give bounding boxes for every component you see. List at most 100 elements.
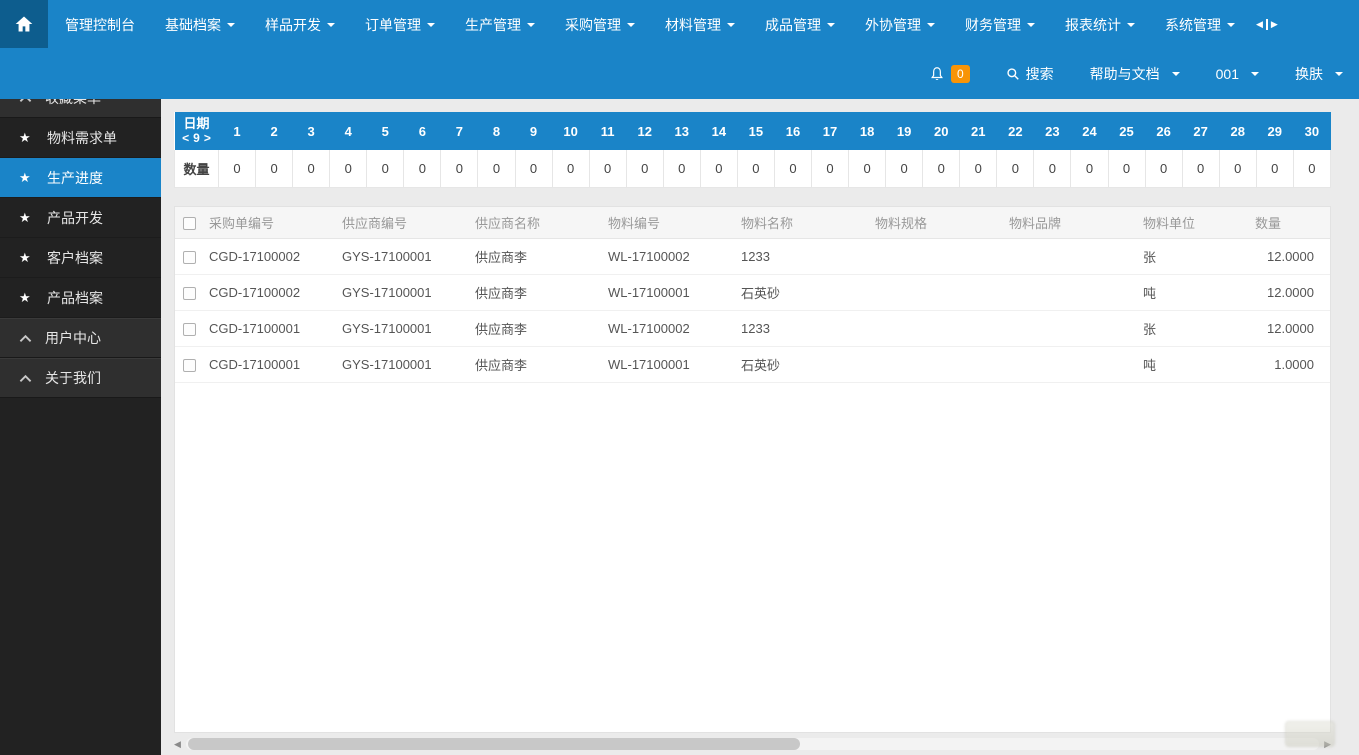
sidebar-item-label: 客户档案 [47,249,103,266]
nav-item[interactable]: 成品管理 [750,0,850,49]
table-row[interactable]: CGD-17100002 GYS-17100001 供应商李 WL-17100002 1… [175,238,1330,275]
sidebar-item[interactable]: ★ 产品开发 [0,198,161,238]
table-row[interactable]: CGD-17100001 GYS-17100001 供应商李 WL-17100001 石… [175,346,1330,383]
nav-item-label: 样品开发 [265,16,321,33]
day-column-header: 4 [329,112,367,150]
table-cell: 1233 [733,238,867,275]
chevron-up-icon [19,334,32,342]
row-checkbox[interactable] [183,287,196,301]
day-quantity-cell: 0 [959,150,998,188]
day-quantity-cell: 0 [366,150,405,188]
skin-menu-label: 换肤 [1295,66,1323,82]
nav-item[interactable]: 基础档案 [150,0,250,49]
sidebar-section[interactable]: 关于我们 [0,358,161,398]
chevron-down-icon [1335,72,1343,76]
sidebar-item[interactable]: ★ 物料需求单 [0,118,161,158]
day-column-header: 14 [700,112,738,150]
nav-item-label: 材料管理 [665,16,721,33]
user-menu[interactable]: 001 [1216,66,1259,82]
nav-item[interactable]: 报表统计 [1050,0,1150,49]
nav-item[interactable]: 外协管理 [850,0,950,49]
sidebar-item-label: 生产进度 [47,169,103,186]
horizontal-scrollbar[interactable]: ◀ ▶ [174,733,1331,755]
nav-item-label: 系统管理 [1165,16,1221,33]
sidebar-section[interactable]: 收藏菜单 [0,99,161,118]
top-navigation-bar: 管理控制台 基础档案 样品开发 订单管理 生产管理 采购管理 材料管理 成品管理 外协管理 财务管… [0,0,1359,99]
prev-month-button[interactable]: < [182,131,189,146]
table-cell: 吨 [1135,274,1247,311]
quantity-row-label: 数量 [174,150,219,188]
day-column-header: 15 [737,112,775,150]
scrollbar-thumb[interactable] [187,738,800,750]
nav-item[interactable]: 管理控制台 [50,0,150,49]
table-cell: CGD-17100001 [201,310,334,347]
nav-item[interactable]: 订单管理 [350,0,450,49]
star-icon: ★ [19,290,31,305]
sidebar-section[interactable]: 用户中心 [0,318,161,358]
day-quantity-cell: 0 [1033,150,1072,188]
nav-item[interactable]: 系统管理 [1150,0,1250,49]
day-column-header: 28 [1219,112,1257,150]
nav-item[interactable]: 材料管理 [650,0,750,49]
day-quantity-cell: 0 [514,150,553,188]
day-column-header: 29 [1256,112,1294,150]
chevron-down-icon [527,22,535,27]
table-cell: 供应商李 [467,346,600,383]
nav-item[interactable]: 采购管理 [550,0,650,49]
row-checkbox-cell [175,310,201,347]
sidebar-item-label: 产品档案 [47,289,103,306]
column-header: 物料单位 [1135,206,1247,239]
day-column-header: 30 [1293,112,1331,150]
nav-item-label: 外协管理 [865,16,921,33]
help-menu[interactable]: 帮助与文档 [1090,64,1180,84]
table-cell: WL-17100001 [600,274,733,311]
next-month-button[interactable]: > [204,131,211,146]
row-checkbox[interactable] [183,323,196,337]
row-checkbox[interactable] [183,359,196,373]
table-row[interactable]: CGD-17100001 GYS-17100001 供应商李 WL-17100002 1… [175,310,1330,347]
notifications-button[interactable]: 0 [929,65,970,83]
month-pager: < 9 > [175,131,219,146]
scroll-right-arrow[interactable]: ▶ [1324,739,1331,749]
row-checkbox[interactable] [183,251,196,265]
day-column-header: 26 [1145,112,1183,150]
day-column-header: 2 [255,112,293,150]
sidebar-section-label: 关于我们 [45,370,101,386]
chevron-down-icon [1251,72,1259,76]
table-row[interactable]: CGD-17100002 GYS-17100001 供应商李 WL-17100001 石… [175,274,1330,311]
nav-item-label: 基础档案 [165,16,221,33]
table-cell: 12.0000 [1247,238,1330,275]
scrollbar-track[interactable] [185,738,1320,750]
day-column-header: 18 [848,112,886,150]
select-all-checkbox[interactable] [183,216,196,230]
table-cell [867,346,1001,383]
divider-bar [1265,19,1268,30]
select-all-cell [175,206,201,239]
column-header: 数量 [1247,206,1330,239]
table-cell: GYS-17100001 [334,274,467,311]
menu-collapse-button[interactable]: ◀ ▶ [1256,0,1278,49]
table-cell: 张 [1135,238,1247,275]
sidebar-item-label: 产品开发 [47,209,103,226]
column-header: 供应商编号 [334,206,467,239]
sidebar-item[interactable]: ★ 产品档案 [0,278,161,318]
scroll-left-arrow[interactable]: ◀ [174,739,181,749]
sidebar-menu: 收藏菜单 ★ 物料需求单 ★ 生产进度 ★ 产品开发 ★ 客户档案 ★ 产品档案用户中心关于我们 [0,99,161,398]
sidebar-item[interactable]: ★ 客户档案 [0,238,161,278]
chevron-down-icon [727,22,735,27]
bell-icon [931,67,943,80]
skin-menu[interactable]: 换肤 [1295,64,1343,84]
chevron-down-icon [1027,22,1035,27]
day-column-header: 23 [1033,112,1071,150]
purchase-orders-table: 采购单编号 供应商编号 供应商名称 物料编号 物料名称 物料规格 物料品牌 物料单位 数量 CG… [175,206,1330,383]
nav-item[interactable]: 财务管理 [950,0,1050,49]
table-cell: 供应商李 [467,274,600,311]
day-quantity-cell: 0 [1218,150,1257,188]
sidebar-item[interactable]: ★ 生产进度 [0,158,161,198]
search-icon [1006,68,1019,80]
chevron-down-icon [1227,22,1235,27]
nav-item[interactable]: 生产管理 [450,0,550,49]
home-button[interactable] [0,0,48,48]
nav-item[interactable]: 样品开发 [250,0,350,49]
search-button[interactable]: 搜索 [1006,64,1054,84]
